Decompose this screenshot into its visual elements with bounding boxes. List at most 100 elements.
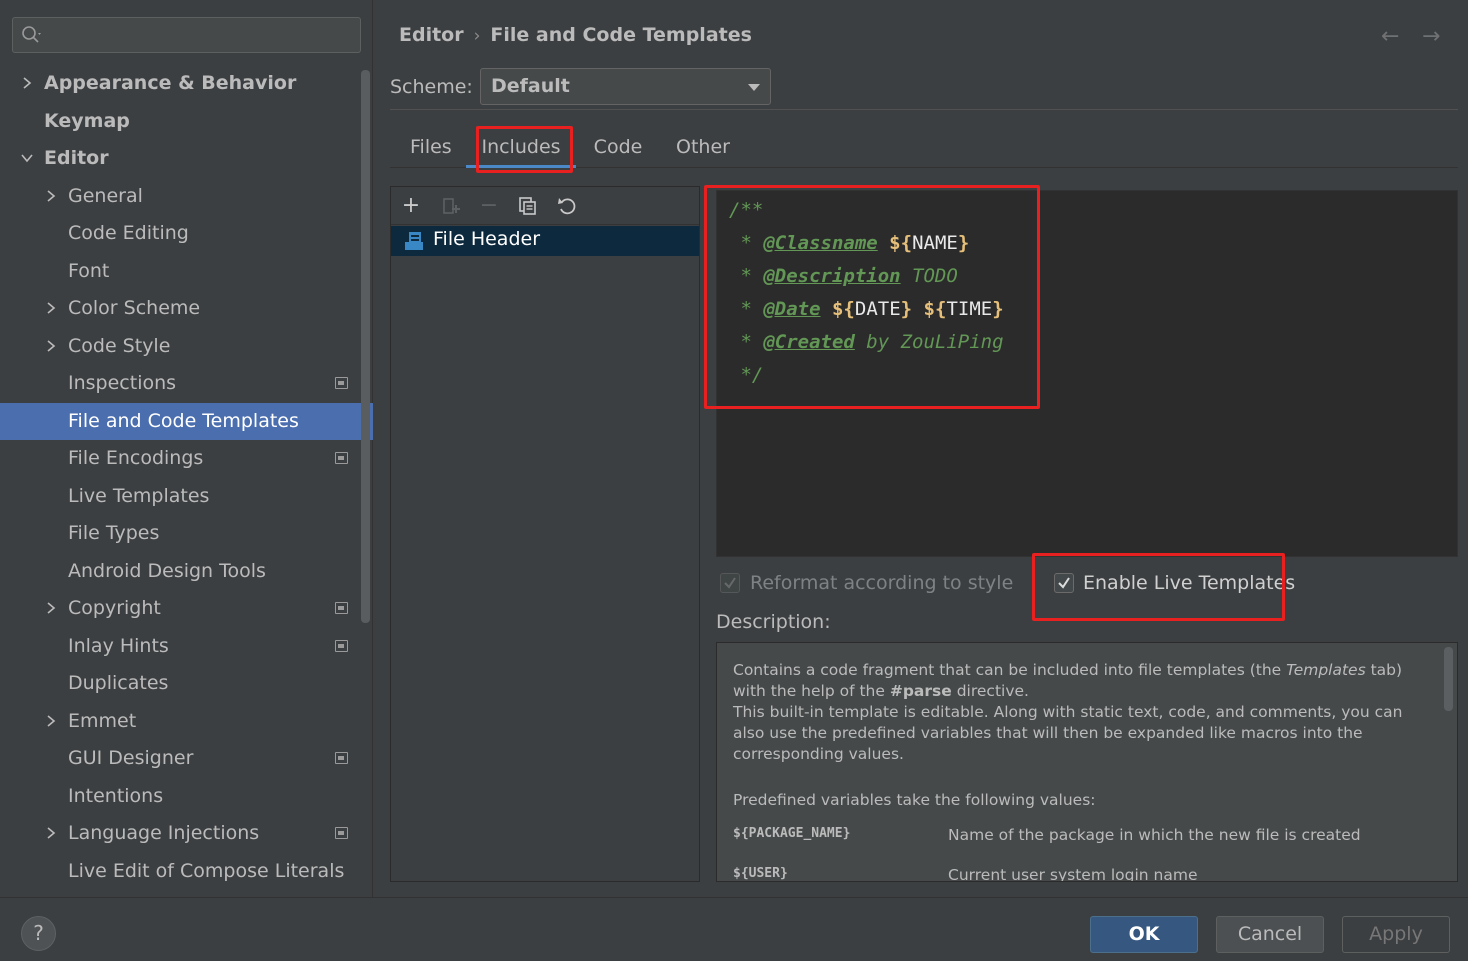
sidebar-item-inlay-hints[interactable]: Inlay Hints	[0, 628, 373, 665]
sidebar-item-android-design-tools[interactable]: Android Design Tools	[0, 553, 373, 590]
apply-button[interactable]: Apply	[1342, 916, 1450, 953]
description-paragraph: Predefined variables take the following …	[733, 791, 1096, 809]
code-line: * @Classname ${NAME}	[729, 232, 970, 254]
sidebar-item-file-and-code-templates[interactable]: File and Code Templates	[0, 402, 373, 440]
sidebar-item-label: Font	[68, 259, 110, 282]
copy-icon[interactable]	[518, 196, 538, 216]
sidebar-item-label: Color Scheme	[68, 297, 201, 319]
search-icon	[22, 26, 41, 43]
sidebar-item-copyright[interactable]: Copyright	[0, 590, 373, 627]
sidebar-item-font[interactable]: Font	[0, 253, 373, 290]
sidebar-item-label: Android Design Tools	[68, 559, 266, 582]
sidebar-item-duplicates[interactable]: Duplicates	[0, 665, 373, 702]
variable-name: ${USER}	[733, 866, 788, 881]
template-tabs: Files Includes Code Other	[390, 126, 1458, 168]
project-scope-icon	[335, 452, 348, 464]
help-button[interactable]: ?	[21, 916, 56, 951]
sidebar-item-label: Live Edit of Compose Literals	[68, 859, 345, 882]
scheme-value: Default	[491, 75, 570, 97]
description-scrollbar[interactable]	[1444, 647, 1453, 711]
description-paragraph: This built-in template is editable. Alon…	[733, 703, 1403, 763]
code-line: * @Date ${DATE} ${TIME}	[729, 298, 1004, 320]
sidebar-item-live-templates[interactable]: Live Templates	[0, 478, 373, 515]
ok-button[interactable]: OK	[1090, 916, 1198, 953]
list-item-label: File Header	[433, 228, 541, 250]
chevron-right-icon[interactable]	[45, 339, 57, 352]
sidebar-item-code-editing[interactable]: Code Editing	[0, 215, 373, 252]
scheme-label: Scheme:	[390, 76, 473, 98]
scheme-dropdown[interactable]: Default	[480, 68, 771, 105]
sidebar-item-label: Editor	[44, 147, 109, 169]
sidebar-item-live-edit-of-compose-literals[interactable]: Live Edit of Compose Literals	[0, 853, 373, 890]
chevron-down-icon[interactable]	[21, 152, 33, 164]
description-label: Description:	[716, 611, 831, 633]
list-item[interactable]: File Header	[391, 226, 699, 256]
sidebar-item-language-injections[interactable]: Language Injections	[0, 815, 373, 852]
add-icon[interactable]: +	[401, 195, 421, 217]
live-templates-label: Enable Live Templates	[1083, 572, 1296, 594]
sidebar-item-code-style[interactable]: Code Style	[0, 328, 373, 365]
sidebar-item-emmet[interactable]: Emmet	[0, 703, 373, 740]
chevron-right-icon[interactable]	[21, 77, 33, 89]
breadcrumb-parent[interactable]: Editor	[399, 24, 464, 46]
tab-includes[interactable]: Includes	[466, 126, 576, 168]
project-scope-icon	[335, 639, 348, 652]
sidebar-item-label: File Encodings	[68, 447, 204, 469]
chevron-right-icon[interactable]	[45, 189, 57, 202]
sidebar-item-label: Code Style	[68, 334, 171, 357]
sidebar-item-label: Live Templates	[68, 484, 210, 507]
checkmark-icon	[1058, 577, 1070, 589]
project-scope-icon	[335, 377, 348, 389]
sidebar-item-file-types[interactable]: File Types	[0, 515, 373, 552]
chevron-down-icon	[748, 84, 760, 91]
sidebar-item-appearance-behavior[interactable]: Appearance & Behavior	[0, 65, 373, 102]
tab-files[interactable]: Files	[410, 126, 452, 168]
reformat-checkbox[interactable]	[720, 573, 740, 593]
reformat-label: Reformat according to style	[750, 572, 1014, 594]
sidebar-item-label: Code Editing	[68, 222, 189, 244]
sidebar-item-label: General	[68, 184, 143, 207]
sidebar-item-label: Emmet	[68, 709, 137, 732]
cancel-button[interactable]: Cancel	[1216, 916, 1324, 953]
chevron-right-icon[interactable]	[45, 827, 57, 839]
sidebar-item-label: GUI Designer	[68, 747, 194, 769]
sidebar-item-label: Keymap	[44, 109, 130, 132]
code-line: /**	[729, 199, 764, 221]
sidebar-item-label: Intentions	[68, 784, 164, 807]
sidebar-scrollbar[interactable]	[361, 70, 370, 623]
back-arrow-icon[interactable]: ←	[1381, 24, 1399, 49]
sidebar-item-inspections[interactable]: Inspections	[0, 365, 373, 402]
breadcrumb-current: File and Code Templates	[490, 24, 752, 46]
sidebar-item-intentions[interactable]: Intentions	[0, 778, 373, 815]
chevron-right-icon[interactable]	[45, 302, 57, 314]
code-line: * @Created by ZouLiPing	[729, 331, 1004, 353]
forward-arrow-icon[interactable]: →	[1422, 24, 1440, 49]
breadcrumb-separator: ›	[473, 26, 481, 46]
description-paragraph: Contains a code fragment that can be inc…	[733, 661, 1403, 700]
sidebar-item-label: Duplicates	[68, 672, 169, 694]
settings-content: Editor › File and Code Templates ← → Schem…	[374, 0, 1468, 897]
chevron-right-icon[interactable]	[45, 714, 57, 727]
search-input[interactable]	[12, 17, 361, 53]
reset-icon[interactable]	[557, 196, 577, 216]
sidebar-item-general[interactable]: General	[0, 178, 373, 215]
sidebar-item-file-encodings[interactable]: File Encodings	[0, 440, 373, 477]
variable-description: Name of the package in which the new fil…	[948, 826, 1361, 844]
sidebar-item-label: Inlay Hints	[68, 634, 169, 657]
project-scope-icon	[335, 602, 348, 614]
sidebar-item-label: Language Injections	[68, 822, 260, 844]
description-panel: Contains a code fragment that can be inc…	[716, 642, 1458, 882]
sidebar-item-editor[interactable]: Editor	[0, 140, 373, 177]
code-line: */	[729, 364, 764, 386]
chevron-right-icon[interactable]	[45, 602, 57, 614]
checkmark-icon	[724, 577, 736, 589]
template-editor[interactable]: /** * @Classname ${NAME} * @Description …	[716, 190, 1458, 557]
sidebar-item-keymap[interactable]: Keymap	[0, 103, 373, 140]
sidebar-item-color-scheme[interactable]: Color Scheme	[0, 290, 373, 327]
tab-code[interactable]: Code	[592, 126, 644, 168]
live-templates-checkbox[interactable]	[1054, 573, 1074, 593]
sidebar-item-label: Inspections	[68, 372, 177, 394]
code-line: * @Description TODO	[729, 265, 958, 287]
sidebar-item-gui-designer[interactable]: GUI Designer	[0, 740, 373, 777]
tab-other[interactable]: Other	[676, 126, 730, 168]
